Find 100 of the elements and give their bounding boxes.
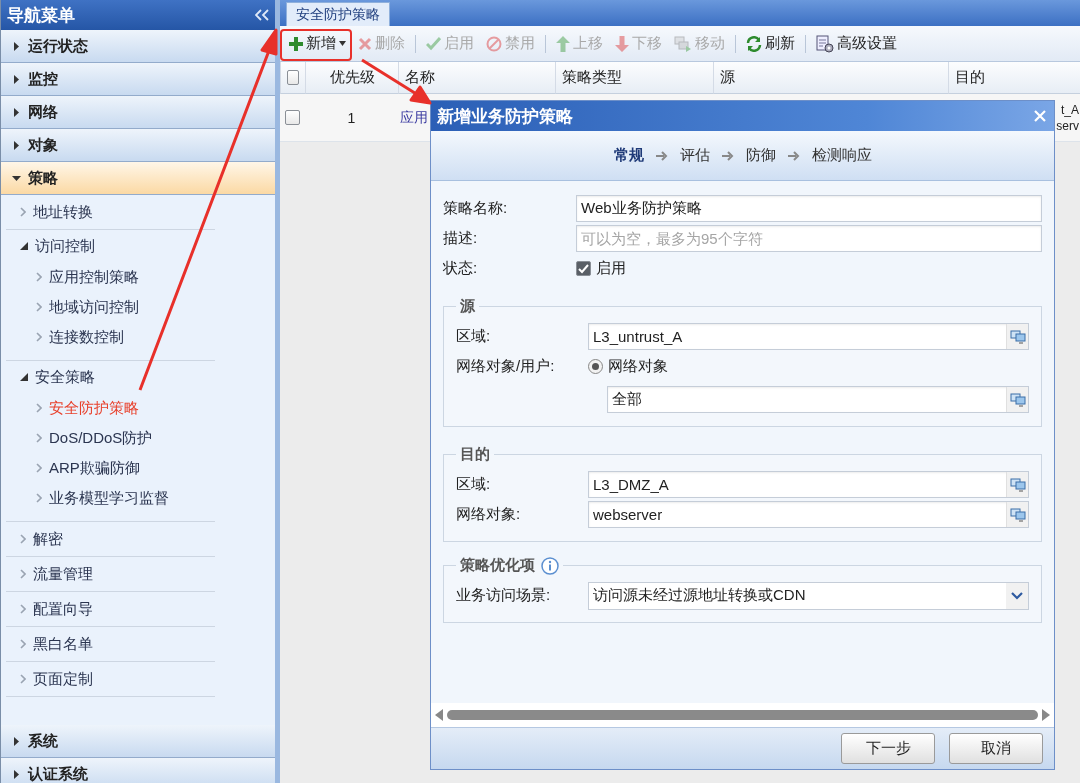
- chevron-icon: [20, 207, 26, 217]
- check-icon: [578, 263, 589, 274]
- tree-item[interactable]: 业务模型学习监督: [6, 483, 215, 513]
- table-cell: 1: [305, 94, 398, 142]
- checkbox[interactable]: [287, 70, 299, 85]
- chevron-icon: [36, 493, 42, 503]
- radio-option[interactable]: 网络对象: [588, 357, 668, 376]
- tree-item[interactable]: 页面定制: [6, 662, 215, 696]
- column-header[interactable]: 目的: [948, 62, 1080, 94]
- chevron-icon: [36, 272, 42, 282]
- column-header[interactable]: 优先级: [305, 62, 398, 94]
- input-field[interactable]: L3_DMZ_A: [588, 471, 1029, 498]
- wizard-step[interactable]: 常规: [613, 146, 644, 165]
- chevron-icon: [36, 302, 42, 312]
- section-header[interactable]: 运行状态: [1, 30, 275, 63]
- column-header[interactable]: 源: [713, 62, 948, 94]
- field-label: 网络对象/用户:: [456, 357, 556, 376]
- close-icon: [358, 36, 372, 51]
- radio-label: 网络对象: [608, 357, 668, 376]
- input-field[interactable]: 可以为空，最多为95个字符: [576, 225, 1042, 252]
- tree-item[interactable]: 连接数控制: [6, 322, 215, 352]
- dialog-button[interactable]: 下一步: [841, 733, 935, 764]
- collapse-icon[interactable]: [255, 9, 269, 21]
- tree-group[interactable]: 安全策略: [6, 361, 215, 393]
- caret-right-icon: [12, 107, 21, 117]
- section-header[interactable]: 网络: [1, 96, 275, 129]
- chevron-icon: [36, 433, 42, 443]
- tree-item[interactable]: 流量管理: [6, 557, 215, 591]
- section-legend: 策略优化项: [460, 556, 535, 575]
- scenario-select[interactable]: 访问源未经过源地址转换或CDN: [588, 581, 1029, 610]
- checkbox[interactable]: [285, 110, 300, 125]
- tree-group[interactable]: 访问控制: [6, 230, 215, 262]
- toolbar-button[interactable]: 新增: [284, 29, 351, 58]
- collapse-triangle-icon: [20, 242, 28, 250]
- caret-right-icon: [12, 736, 21, 746]
- field-label: 业务访问场景:: [456, 586, 552, 605]
- section-header[interactable]: 认证系统: [1, 758, 275, 783]
- refresh-icon: [746, 35, 762, 52]
- scrollbar[interactable]: [431, 703, 1054, 727]
- input-field[interactable]: webserver: [588, 501, 1029, 528]
- check-icon: [426, 36, 441, 51]
- close-icon[interactable]: [1034, 110, 1046, 122]
- tab[interactable]: 安全防护策略: [286, 2, 390, 26]
- tree-item[interactable]: 黑白名单: [6, 627, 215, 661]
- input-field[interactable]: L3_untrust_A: [588, 323, 1029, 350]
- radio-button[interactable]: [588, 359, 603, 374]
- section-header[interactable]: 系统: [1, 725, 275, 758]
- field-label: 状态:: [443, 259, 479, 278]
- caret-right-icon: [12, 41, 21, 51]
- table-cell: t_A: [1061, 101, 1080, 118]
- toolbar-button[interactable]: 高级设置: [811, 29, 902, 58]
- field-label: 区域:: [456, 327, 492, 346]
- info-icon[interactable]: [541, 556, 559, 575]
- network-objects-icon: [1009, 392, 1026, 407]
- chevron-icon: [36, 463, 42, 473]
- tree-item[interactable]: 地域访问控制: [6, 292, 215, 322]
- move-icon: [674, 35, 692, 52]
- column-header[interactable]: 名称: [398, 62, 555, 94]
- ban-icon: [486, 35, 502, 52]
- caret-right-icon: [12, 140, 21, 150]
- field-label: 描述:: [443, 229, 479, 248]
- chevron-icon: [20, 639, 26, 649]
- toolbar-button[interactable]: 刷新: [741, 29, 800, 58]
- scroll-right-icon[interactable]: [1042, 709, 1050, 721]
- section-legend: 源: [460, 297, 475, 316]
- chevron-down-icon: [1011, 591, 1023, 600]
- scroll-left-icon[interactable]: [435, 709, 443, 721]
- arrow-right-icon: [787, 150, 800, 161]
- highlight-frame: [280, 29, 352, 61]
- arrow-up-icon: [556, 35, 570, 52]
- checkbox-label: 启用: [596, 259, 626, 278]
- dialog-button[interactable]: 取消: [949, 733, 1043, 764]
- chevron-icon: [36, 403, 42, 413]
- column-header[interactable]: 策略类型: [555, 62, 713, 94]
- section-header[interactable]: 策略: [1, 162, 275, 195]
- chevron-icon: [20, 569, 26, 579]
- settings-icon: [816, 34, 834, 53]
- wizard-step[interactable]: 评估: [679, 146, 710, 165]
- tree-item[interactable]: 安全防护策略: [6, 393, 215, 423]
- section-header[interactable]: 对象: [1, 129, 275, 162]
- enable-checkbox[interactable]: 启用: [576, 259, 626, 278]
- input-field[interactable]: 全部: [607, 386, 1029, 413]
- caret-right-icon: [12, 769, 21, 779]
- sidebar-title: 导航菜单: [7, 4, 75, 27]
- plus-icon: [289, 36, 303, 51]
- caret-down-icon: [12, 173, 21, 183]
- input-field[interactable]: Web业务防护策略: [576, 195, 1042, 222]
- tree-item[interactable]: 应用控制策略: [6, 262, 215, 292]
- tree-item[interactable]: ARP欺骗防御: [6, 453, 215, 483]
- wizard-step[interactable]: 检测响应: [811, 146, 872, 165]
- arrow-right-icon: [721, 150, 734, 161]
- field-label: 策略名称:: [443, 199, 509, 218]
- caret-right-icon: [12, 74, 21, 84]
- section-header[interactable]: 监控: [1, 63, 275, 96]
- wizard-step[interactable]: 防御: [745, 146, 776, 165]
- checkbox[interactable]: [576, 261, 591, 276]
- tree-item[interactable]: 配置向导: [6, 592, 215, 626]
- tree-item[interactable]: DoS/DDoS防护: [6, 423, 215, 453]
- tree-item[interactable]: 地址转换: [6, 195, 215, 229]
- tree-item[interactable]: 解密: [6, 522, 215, 556]
